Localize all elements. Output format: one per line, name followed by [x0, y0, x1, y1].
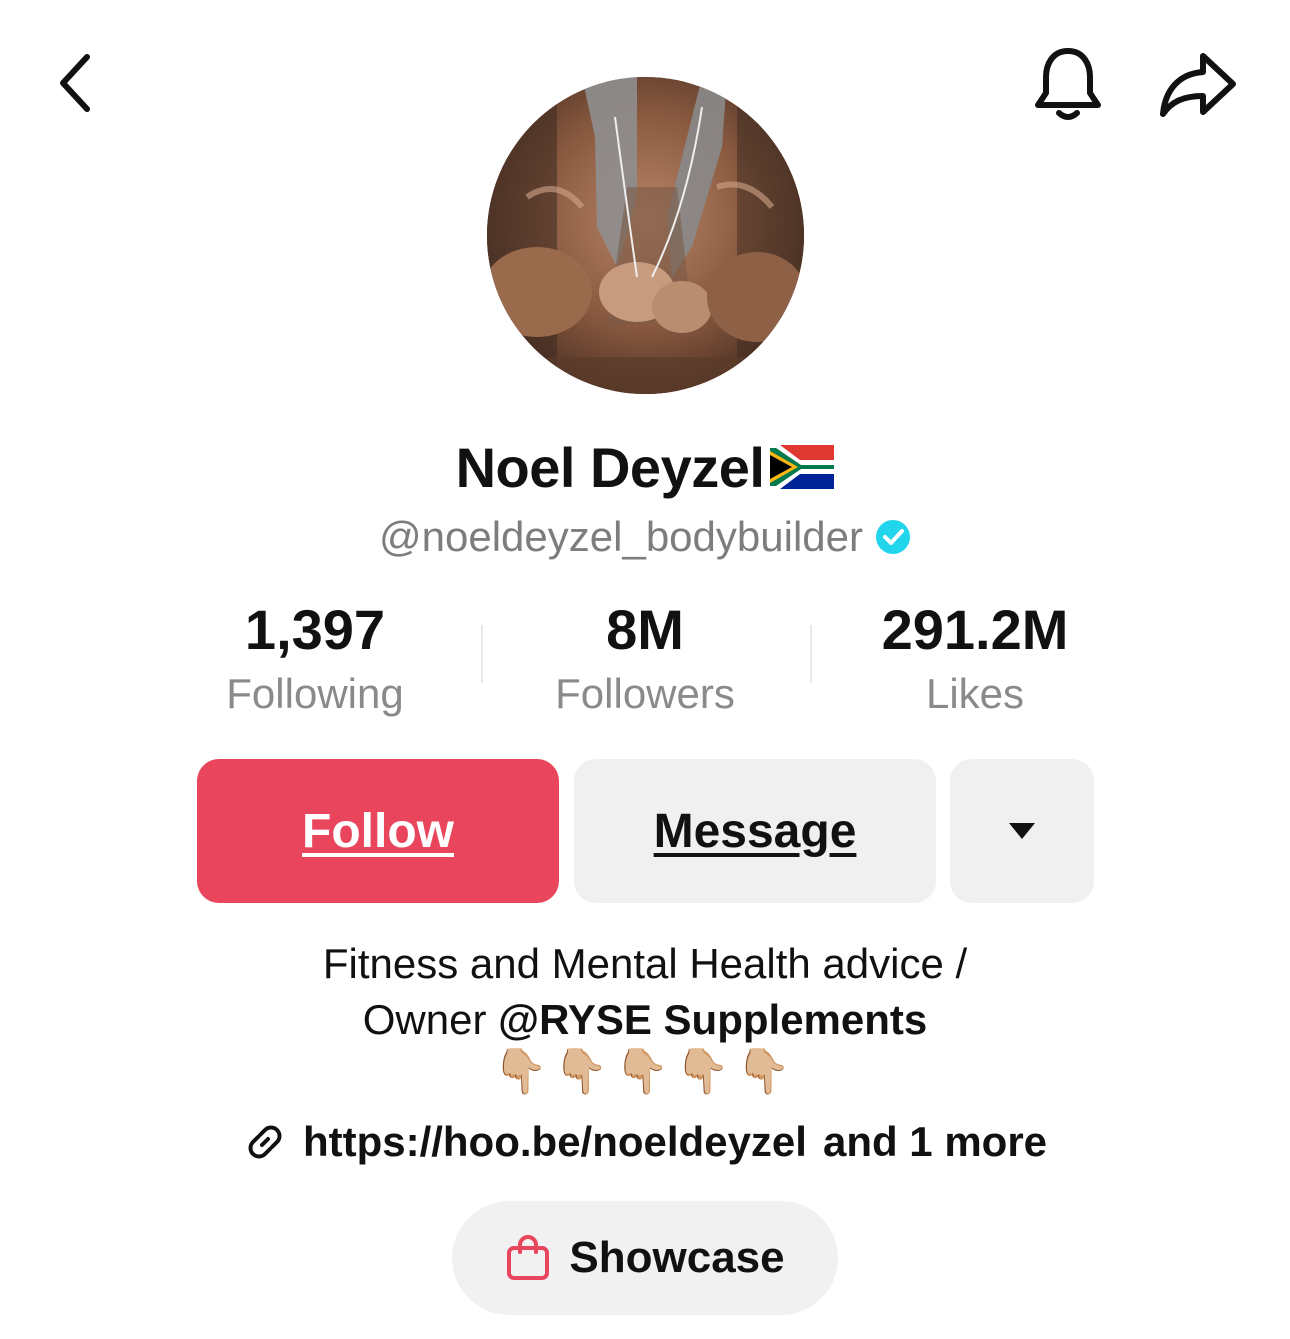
- avatar[interactable]: [487, 77, 804, 394]
- link-more[interactable]: and 1 more: [823, 1118, 1047, 1166]
- showcase-button[interactable]: Showcase: [452, 1201, 838, 1315]
- bio-mention-link[interactable]: @RYSE Supplements: [498, 996, 927, 1043]
- profile-actions: Follow Message: [0, 759, 1290, 904]
- stat-followers[interactable]: 8M Followers: [480, 595, 810, 723]
- stat-likes[interactable]: 291.2M Likes: [810, 595, 1140, 723]
- shopping-bag-icon: [507, 1235, 550, 1280]
- profile-stats: 1,397 Following 8M Followers 291.2M Like…: [0, 595, 1290, 725]
- caret-down-icon: [1009, 823, 1035, 839]
- chevron-left-icon: [60, 53, 90, 112]
- share-arrow-icon: [1159, 52, 1236, 117]
- profile-name-row: Noel Deyzel: [0, 432, 1290, 502]
- bio-line-2: Owner @RYSE Supplements: [0, 992, 1290, 1048]
- bio-emoji: 👇🏼👇🏼👇🏼👇🏼👇🏼: [493, 1047, 797, 1096]
- message-button[interactable]: Message: [574, 759, 936, 903]
- link-icon: [248, 1125, 282, 1159]
- more-options-button[interactable]: [950, 759, 1094, 903]
- display-name: Noel Deyzel: [455, 435, 765, 499]
- back-button[interactable]: [40, 45, 110, 120]
- username-handle: @noeldeyzel_bodybuilder: [379, 513, 863, 560]
- stat-following[interactable]: 1,397 Following: [150, 595, 480, 723]
- verified-badge-icon: [875, 520, 910, 554]
- profile-link[interactable]: https://hoo.be/noeldeyzel: [303, 1118, 807, 1166]
- south-africa-flag-icon: [770, 445, 835, 489]
- bio-line-2-prefix: Owner: [362, 996, 499, 1043]
- profile-link-row: https://hoo.be/noeldeyzel and 1 more: [0, 1112, 1290, 1172]
- share-button[interactable]: [1150, 42, 1245, 127]
- showcase-label: Showcase: [569, 1233, 785, 1282]
- bell-icon: [1034, 47, 1101, 120]
- stat-value: 1,397: [244, 598, 386, 661]
- stat-label: Likes: [925, 670, 1025, 717]
- bio-line-1: Fitness and Mental Health advice /: [322, 940, 968, 987]
- stat-label: Following: [226, 670, 404, 717]
- avatar-image: [487, 77, 804, 394]
- profile-handle-row: @noeldeyzel_bodybuilder: [0, 508, 1290, 566]
- stat-value: 8M: [606, 598, 684, 661]
- stat-value: 291.2M: [881, 598, 1069, 661]
- notifications-button[interactable]: [1025, 42, 1110, 127]
- stat-label: Followers: [555, 670, 735, 717]
- profile-bio: Fitness and Mental Health advice / Owner…: [0, 936, 1290, 1102]
- follow-button[interactable]: Follow: [197, 759, 559, 903]
